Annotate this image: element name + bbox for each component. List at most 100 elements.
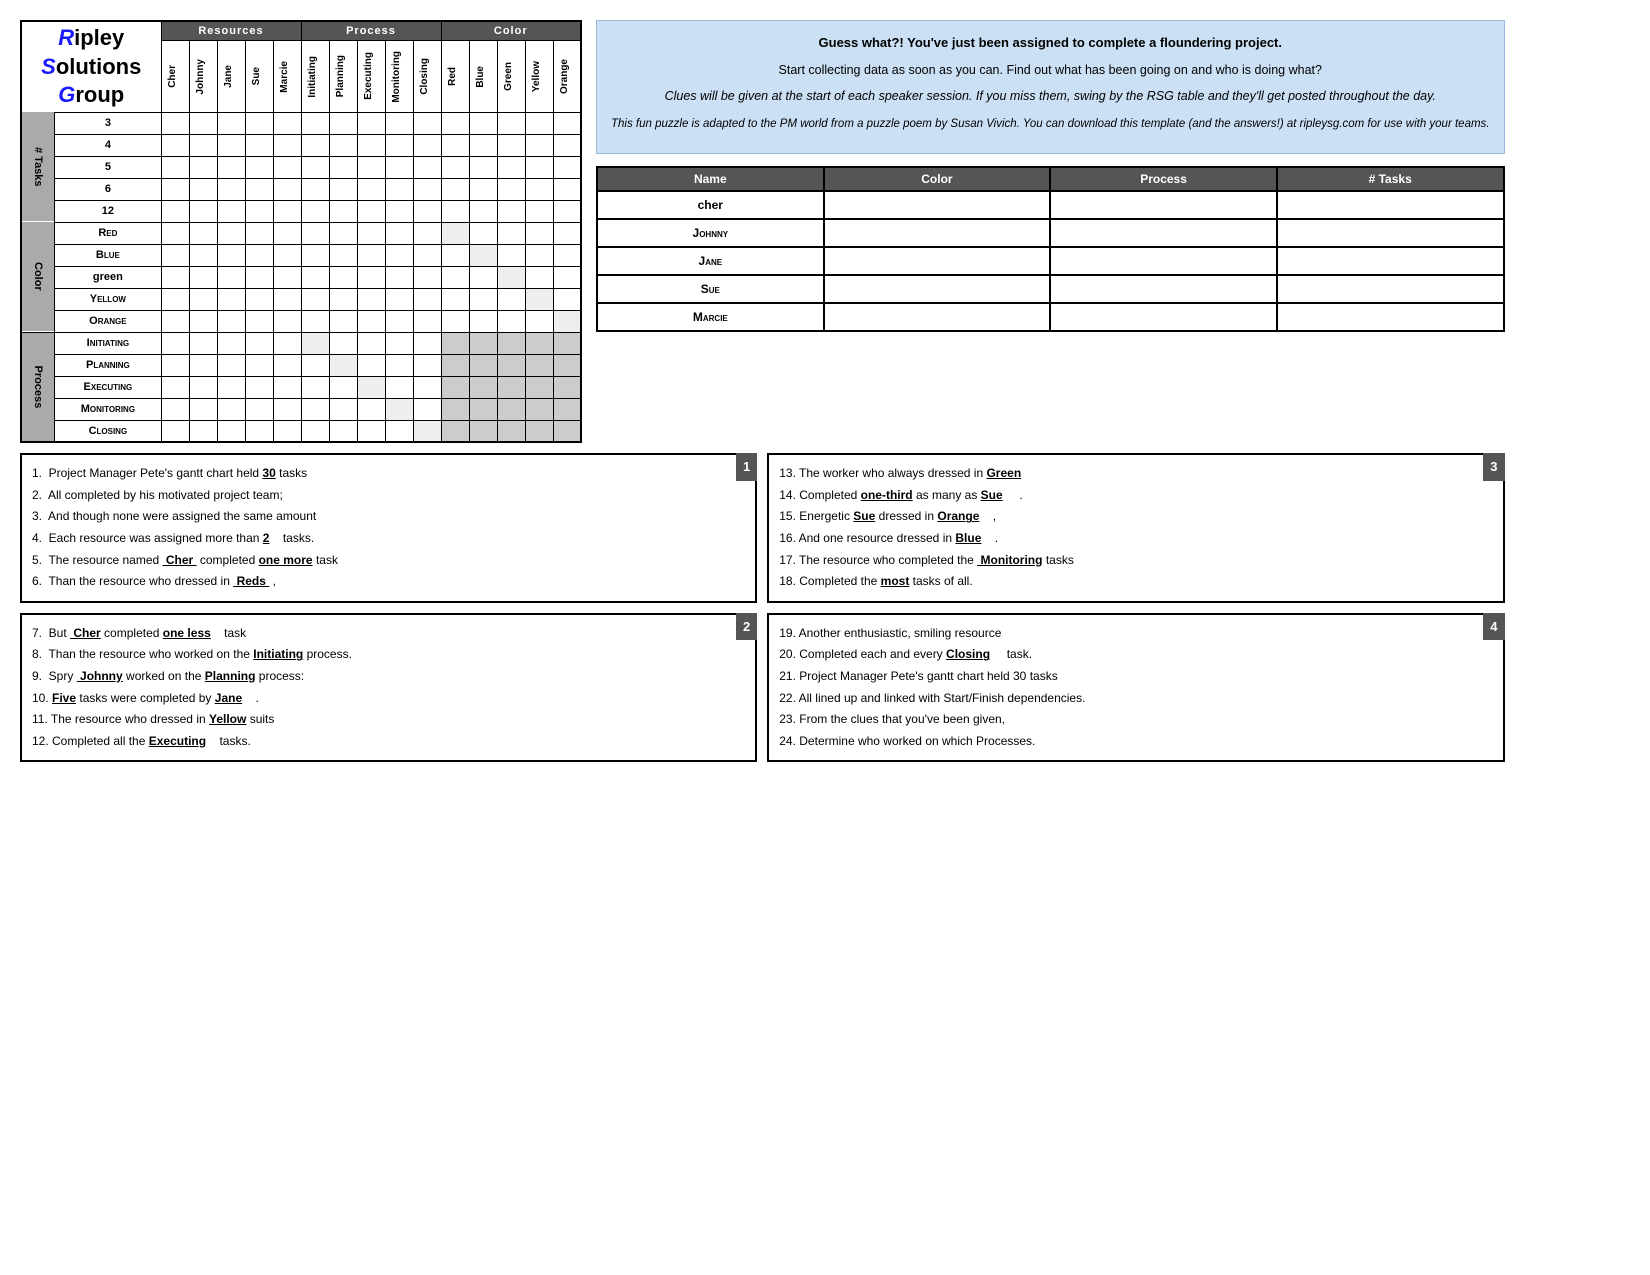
clue-4-5: 23. From the clues that you've been give… xyxy=(779,709,1492,731)
clue-box-3: 3 13. The worker who always dressed in G… xyxy=(767,453,1504,603)
summary-tasks-marcie[interactable] xyxy=(1277,303,1504,331)
logo-line3: roup xyxy=(75,82,124,107)
info-title: Guess what?! You've just been assigned t… xyxy=(611,33,1490,53)
clue-1-5: 5. The resource named Cher completed one… xyxy=(32,550,745,572)
clue-4-4: 22. All lined up and linked with Start/F… xyxy=(779,688,1492,710)
clue-4-6: 24. Determine who worked on which Proces… xyxy=(779,731,1492,753)
resources-header: Resources xyxy=(161,21,301,40)
clue-badge-3: 3 xyxy=(1483,453,1504,480)
summary-color-cher[interactable] xyxy=(824,191,1051,219)
row-initiating: Initiating xyxy=(55,332,161,354)
clue-1-6: 6. Than the resource who dressed in Reds… xyxy=(32,571,745,593)
row-5: 5 xyxy=(55,156,161,178)
summary-header-process: Process xyxy=(1050,167,1277,191)
col-red: Red xyxy=(441,40,469,112)
info-para1: Start collecting data as soon as you can… xyxy=(611,61,1490,80)
clue-2-5: 11. The resource who dressed in Yellow s… xyxy=(32,709,745,731)
clue-badge-2: 2 xyxy=(736,613,757,640)
summary-process-cher[interactable] xyxy=(1050,191,1277,219)
summary-process-jane[interactable] xyxy=(1050,247,1277,275)
clue-4-2: 20. Completed each and every Closing tas… xyxy=(779,644,1492,666)
clue-box-4: 4 19. Another enthusiastic, smiling reso… xyxy=(767,613,1504,763)
clue-2-4: 10. Five tasks were completed by Jane . xyxy=(32,688,745,710)
clue-badge-1: 1 xyxy=(736,453,757,480)
row-orange: Orange xyxy=(55,310,161,332)
row-planning: Planning xyxy=(55,354,161,376)
summary-color-sue[interactable] xyxy=(824,275,1051,303)
clue-2-1: 7. But Cher completed one less task xyxy=(32,623,745,645)
summary-name-marcie: Marcie xyxy=(597,303,824,331)
row-4: 4 xyxy=(55,134,161,156)
summary-header-tasks: # Tasks xyxy=(1277,167,1504,191)
summary-tasks-cher[interactable] xyxy=(1277,191,1504,219)
col-johnny: Johnny xyxy=(189,40,217,112)
clue-3-6: 18. Completed the most tasks of all. xyxy=(779,571,1492,593)
process-header: Process xyxy=(301,21,441,40)
clue-3-4: 16. And one resource dressed in Blue . xyxy=(779,528,1492,550)
col-green: Green xyxy=(497,40,525,112)
summary-tasks-jane[interactable] xyxy=(1277,247,1504,275)
clue-1-1: 1. Project Manager Pete's gantt chart he… xyxy=(32,463,745,485)
row-executing: Executing xyxy=(55,376,161,398)
col-monitoring: Monitoring xyxy=(385,40,413,112)
col-orange: Orange xyxy=(553,40,581,112)
summary-row-jane: Jane xyxy=(597,247,1504,275)
summary-process-sue[interactable] xyxy=(1050,275,1277,303)
row-blue: Blue xyxy=(55,244,161,266)
summary-name-cher: cher xyxy=(597,191,824,219)
clue-4-3: 21. Project Manager Pete's gantt chart h… xyxy=(779,666,1492,688)
color-section-label: Color xyxy=(21,222,55,332)
clue-2-3: 9. Spry Johnny worked on the Planning pr… xyxy=(32,666,745,688)
summary-name-sue: Sue xyxy=(597,275,824,303)
clue-3-5: 17. The resource who completed the Monit… xyxy=(779,550,1492,572)
col-marcie: Marcie xyxy=(273,40,301,112)
row-6: 6 xyxy=(55,178,161,200)
col-blue: Blue xyxy=(469,40,497,112)
logo-line1: ipley xyxy=(74,25,124,50)
row-closing: Closing xyxy=(55,420,161,442)
process-section-label: Process xyxy=(21,332,55,442)
summary-process-johnny[interactable] xyxy=(1050,219,1277,247)
row-yellow: Yellow xyxy=(55,288,161,310)
clue-box-2: 2 7. But Cher completed one less task 8.… xyxy=(20,613,757,763)
row-3: 3 xyxy=(55,112,161,134)
summary-name-jane: Jane xyxy=(597,247,824,275)
tasks-section-label: # Tasks xyxy=(21,112,55,222)
summary-process-marcie[interactable] xyxy=(1050,303,1277,331)
summary-row-cher: cher xyxy=(597,191,1504,219)
summary-header-name: Name xyxy=(597,167,824,191)
info-box: Guess what?! You've just been assigned t… xyxy=(596,20,1505,154)
clue-1-2: 2. All completed by his motivated projec… xyxy=(32,485,745,507)
logo-line2: olutions xyxy=(56,54,142,79)
clue-2-2: 8. Than the resource who worked on the I… xyxy=(32,644,745,666)
info-italic2: This fun puzzle is adapted to the PM wor… xyxy=(611,116,1490,133)
info-italic1: Clues will be given at the start of each… xyxy=(611,87,1490,106)
col-sue: Sue xyxy=(245,40,273,112)
summary-tasks-sue[interactable] xyxy=(1277,275,1504,303)
summary-header-color: Color xyxy=(824,167,1051,191)
clue-1-4: 4. Each resource was assigned more than … xyxy=(32,528,745,550)
summary-row-sue: Sue xyxy=(597,275,1504,303)
clue-badge-4: 4 xyxy=(1483,613,1504,640)
col-cher: Cher xyxy=(161,40,189,112)
clue-2-6: 12. Completed all the Executing tasks. xyxy=(32,731,745,753)
col-jane: Jane xyxy=(217,40,245,112)
col-planning: Planning xyxy=(329,40,357,112)
summary-color-johnny[interactable] xyxy=(824,219,1051,247)
col-closing: Closing xyxy=(413,40,441,112)
clue-3-2: 14. Completed one-third as many as Sue . xyxy=(779,485,1492,507)
clue-3-1: 13. The worker who always dressed in Gre… xyxy=(779,463,1492,485)
row-red: Red xyxy=(55,222,161,244)
col-initiating: Initiating xyxy=(301,40,329,112)
logo-cell: Ripley Solutions Group xyxy=(21,21,161,112)
row-12: 12 xyxy=(55,200,161,222)
summary-color-jane[interactable] xyxy=(824,247,1051,275)
row-green: green xyxy=(55,266,161,288)
summary-tasks-johnny[interactable] xyxy=(1277,219,1504,247)
summary-name-johnny: Johnny xyxy=(597,219,824,247)
clue-4-1: 19. Another enthusiastic, smiling resour… xyxy=(779,623,1492,645)
col-yellow: Yellow xyxy=(525,40,553,112)
clue-1-3: 3. And though none were assigned the sam… xyxy=(32,506,745,528)
summary-color-marcie[interactable] xyxy=(824,303,1051,331)
row-monitoring: Monitoring xyxy=(55,398,161,420)
